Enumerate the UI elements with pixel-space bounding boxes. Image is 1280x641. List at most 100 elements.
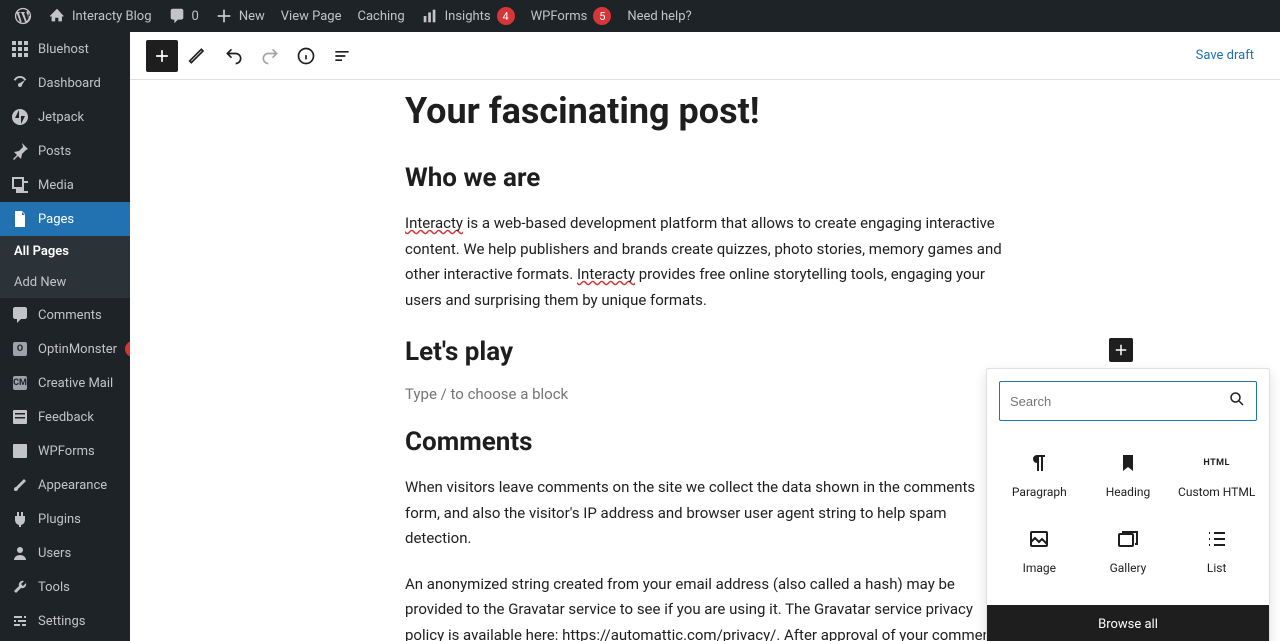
block-type-list[interactable]: List [1172, 513, 1261, 589]
browse-all-button[interactable]: Browse all [987, 605, 1269, 641]
sidebar-item-plugins[interactable]: Plugins [0, 502, 130, 536]
sidebar-item-comments[interactable]: Comments [0, 298, 130, 332]
gauge-icon [10, 73, 30, 93]
sidebar-sub-all-pages[interactable]: All Pages [0, 236, 130, 267]
home-icon [48, 7, 66, 25]
new-link[interactable]: New [207, 0, 273, 32]
inline-inserter-button[interactable] [1109, 338, 1133, 362]
sidebar-item-pages[interactable]: Pages [0, 202, 130, 236]
sidebar-item-label: Feedback [38, 410, 94, 425]
details-button[interactable] [290, 40, 322, 72]
site-name[interactable]: Interacty Blog [40, 0, 160, 32]
caching-label: Caching [357, 9, 404, 24]
paragraph-comments1[interactable]: When visitors leave comments on the site… [405, 475, 1005, 552]
pin-icon [10, 141, 30, 161]
sidebar-item-appearance[interactable]: Appearance [0, 468, 130, 502]
sidebar-item-label: Creative Mail [38, 376, 113, 391]
sidebar-item-label: OptinMonster [38, 342, 117, 357]
outline-button[interactable] [326, 40, 358, 72]
sidebar-item-posts[interactable]: Posts [0, 134, 130, 168]
view-page-label: View Page [281, 9, 342, 24]
user-icon [10, 543, 30, 563]
post-title[interactable]: Your fascinating post! [405, 90, 1005, 133]
brush-icon [10, 475, 30, 495]
redo-button[interactable] [254, 40, 286, 72]
block-type-gallery[interactable]: Gallery [1084, 513, 1173, 589]
sidebar-item-creativemail[interactable]: CM Creative Mail [0, 366, 130, 400]
block-type-label: Custom HTML [1178, 485, 1255, 499]
toggle-inserter-button[interactable] [146, 40, 178, 72]
sidebar-item-label: Posts [38, 144, 71, 159]
save-draft-button[interactable]: Save draft [1186, 42, 1264, 69]
block-type-custom-html[interactable]: HTMLCustom HTML [1172, 437, 1261, 513]
sidebar-item-tools[interactable]: Tools [0, 570, 130, 604]
sidebar-item-settings[interactable]: Settings [0, 604, 130, 638]
insights-link[interactable]: Insights 4 [413, 0, 523, 32]
sidebar-item-optinmonster[interactable]: OOptinMonster1 [0, 332, 130, 366]
comment-icon [10, 305, 30, 325]
insights-badge: 4 [497, 7, 515, 25]
optinmonster-icon: O [10, 339, 30, 359]
media-icon [10, 175, 30, 195]
comments-count: 0 [192, 9, 199, 24]
sidebar-item-label: WPForms [38, 444, 95, 459]
bookmark-icon [1116, 451, 1140, 475]
block-type-label: Gallery [1110, 561, 1147, 575]
sidebar-item-label: Appearance [38, 478, 107, 493]
sidebar-item-wpforms[interactable]: WPForms [0, 434, 130, 468]
help-label: Need help? [627, 9, 691, 24]
paragraph-comments2[interactable]: An anonymized string created from your e… [405, 572, 1005, 641]
wrench-icon [10, 577, 30, 597]
sidebar-sub-add-new[interactable]: Add New [0, 267, 130, 298]
page-icon [10, 209, 30, 229]
sidebar-item-label: Pages [38, 212, 74, 227]
sidebar-item-jetpack[interactable]: Jetpack [0, 100, 130, 134]
caching-link[interactable]: Caching [349, 0, 412, 32]
sidebar-item-dashboard[interactable]: Dashboard [0, 66, 130, 100]
wpforms-label: WPForms [531, 9, 588, 24]
block-type-label: Heading [1106, 485, 1151, 499]
wpforms-link[interactable]: WPForms 5 [523, 0, 620, 32]
block-type-image[interactable]: Image [995, 513, 1084, 589]
sidebar-item-users[interactable]: Users [0, 536, 130, 570]
inserter-search[interactable] [999, 381, 1257, 421]
sidebar-item-media[interactable]: Media [0, 168, 130, 202]
sidebar-item-feedback[interactable]: Feedback [0, 400, 130, 434]
admin-bar: Interacty Blog 0 New View Page Caching I… [0, 0, 1280, 32]
sidebar-item-bluehost[interactable]: Bluehost [0, 32, 130, 66]
undo-button[interactable] [218, 40, 250, 72]
sidebar-item-label: Dashboard [38, 76, 101, 91]
sidebar-item-label: Users [38, 546, 71, 561]
empty-block-placeholder[interactable]: Type / to choose a block [405, 385, 1005, 403]
mail-icon: CM [10, 373, 30, 393]
heading-who[interactable]: Who we are [405, 163, 1005, 193]
editor-canvas[interactable]: Your fascinating post! Who we are Intera… [130, 80, 1280, 641]
word-interacty: Interacty [405, 214, 463, 232]
tools-button[interactable] [182, 40, 214, 72]
sidebar-item-label: Bluehost [38, 42, 89, 57]
comments-link[interactable]: 0 [160, 0, 207, 32]
paragraph-who[interactable]: Interacty is a web-based development pla… [405, 211, 1005, 313]
help-link[interactable]: Need help? [619, 0, 699, 32]
inserter-search-input[interactable] [1010, 394, 1220, 409]
admin-sidebar: Bluehost Dashboard Jetpack Posts Media P… [0, 32, 130, 641]
sidebar-item-label: Settings [38, 614, 85, 629]
gallery-icon [1116, 527, 1140, 551]
editor: Save draft Your fascinating post! Who we… [130, 32, 1280, 641]
heading-comments[interactable]: Comments [405, 427, 1005, 457]
heading-play[interactable]: Let's play [405, 337, 1005, 367]
sidebar-item-label: Media [38, 178, 74, 193]
wp-logo[interactable] [6, 0, 40, 32]
wpforms-badge: 5 [593, 7, 611, 25]
block-type-label: Paragraph [1012, 485, 1067, 499]
block-type-paragraph[interactable]: Paragraph [995, 437, 1084, 513]
view-page-link[interactable]: View Page [273, 0, 350, 32]
sidebar-item-label: Comments [38, 308, 102, 323]
sidebar-item-label: Tools [38, 580, 70, 595]
sidebar-item-label: Plugins [38, 512, 81, 527]
word-interacty: Interacty [577, 265, 635, 283]
insights-label: Insights [445, 9, 491, 24]
block-type-heading[interactable]: Heading [1084, 437, 1173, 513]
wordpress-icon [14, 7, 32, 25]
search-icon [1228, 390, 1246, 412]
